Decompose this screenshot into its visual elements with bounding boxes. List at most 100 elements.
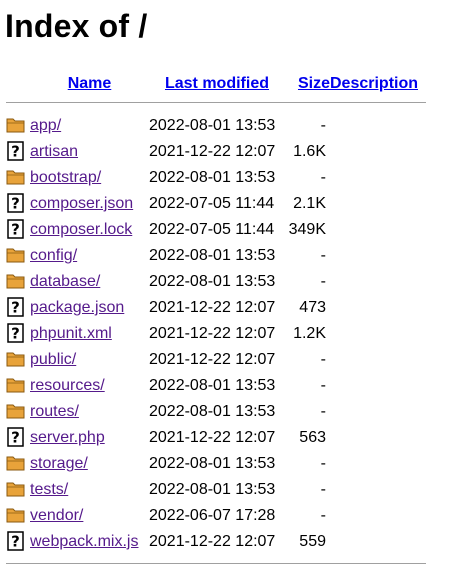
row-size: - bbox=[320, 117, 326, 134]
header-last-modified: Last modified bbox=[149, 70, 285, 98]
row-description bbox=[330, 113, 426, 139]
row-icon-cell bbox=[6, 477, 30, 503]
table-row: ? composer.lock 2022-07-05 11:44 349K bbox=[6, 217, 426, 243]
entry-link[interactable]: composer.lock bbox=[30, 221, 132, 238]
table-row: resources/2022-08-01 13:53 - bbox=[6, 373, 426, 399]
row-size: - bbox=[320, 273, 326, 290]
entry-link[interactable]: phpunit.xml bbox=[30, 325, 112, 342]
row-last-modified: 2021-12-22 12:07 bbox=[149, 351, 276, 368]
row-description bbox=[330, 243, 426, 269]
unknown-file-icon: ? bbox=[6, 141, 26, 161]
row-description bbox=[330, 295, 426, 321]
entry-link[interactable]: server.php bbox=[30, 429, 105, 446]
entry-link[interactable]: config/ bbox=[30, 247, 77, 264]
row-last-modified: 2022-06-07 17:28 bbox=[149, 507, 276, 524]
row-icon-cell: ? bbox=[6, 295, 30, 321]
table-row: ? phpunit.xml 2021-12-22 12:07 1.2K bbox=[6, 321, 426, 347]
entry-link[interactable]: webpack.mix.js bbox=[30, 533, 138, 550]
row-name-cell: webpack.mix.js bbox=[30, 529, 149, 555]
entry-link[interactable]: storage/ bbox=[30, 455, 88, 472]
row-name-cell: package.json bbox=[30, 295, 149, 321]
row-icon-cell: ? bbox=[6, 321, 30, 347]
row-size: - bbox=[320, 403, 326, 420]
row-description bbox=[330, 321, 426, 347]
footer-separator bbox=[6, 563, 426, 564]
row-last-modified: 2022-08-01 13:53 bbox=[149, 273, 276, 290]
entry-link[interactable]: bootstrap/ bbox=[30, 169, 101, 186]
row-last-modified: 2022-08-01 13:53 bbox=[149, 403, 276, 420]
row-last-modified: 2022-08-01 13:53 bbox=[149, 377, 276, 394]
row-description bbox=[330, 477, 426, 503]
row-icon-cell: ? bbox=[6, 529, 30, 555]
table-row: vendor/2022-06-07 17:28 - bbox=[6, 503, 426, 529]
header-separator-row bbox=[6, 98, 426, 113]
entry-link[interactable]: composer.json bbox=[30, 195, 133, 212]
table-row: ? webpack.mix.js 2021-12-22 12:07 559 bbox=[6, 529, 426, 555]
row-name-cell: resources/ bbox=[30, 373, 149, 399]
svg-text:?: ? bbox=[11, 325, 20, 343]
folder-icon bbox=[6, 479, 26, 499]
entry-link[interactable]: artisan bbox=[30, 143, 78, 160]
row-icon-cell: ? bbox=[6, 425, 30, 451]
entry-link[interactable]: tests/ bbox=[30, 481, 68, 498]
row-icon-cell bbox=[6, 113, 30, 139]
row-description bbox=[330, 139, 426, 165]
row-name-cell: artisan bbox=[30, 139, 149, 165]
row-icon-cell: ? bbox=[6, 139, 30, 165]
row-size: - bbox=[320, 507, 326, 524]
folder-icon bbox=[6, 401, 26, 421]
table-row: ? server.php 2021-12-22 12:07 563 bbox=[6, 425, 426, 451]
row-description bbox=[330, 373, 426, 399]
sort-by-size-link[interactable]: Size bbox=[298, 75, 330, 92]
row-description bbox=[330, 269, 426, 295]
row-name-cell: composer.lock bbox=[30, 217, 149, 243]
row-name-cell: tests/ bbox=[30, 477, 149, 503]
folder-icon bbox=[6, 505, 26, 525]
row-name-cell: public/ bbox=[30, 347, 149, 373]
svg-text:?: ? bbox=[11, 429, 20, 447]
row-icon-cell: ? bbox=[6, 191, 30, 217]
folder-icon bbox=[6, 245, 26, 265]
header-description: Description bbox=[330, 70, 426, 98]
header-size: Size bbox=[285, 70, 330, 98]
entry-link[interactable]: package.json bbox=[30, 299, 124, 316]
sort-by-last-modified-link[interactable]: Last modified bbox=[165, 75, 269, 92]
entry-link[interactable]: resources/ bbox=[30, 377, 105, 394]
svg-text:?: ? bbox=[11, 221, 20, 239]
row-size: 473 bbox=[299, 299, 326, 316]
row-icon-cell bbox=[6, 451, 30, 477]
unknown-file-icon: ? bbox=[6, 427, 26, 447]
svg-text:?: ? bbox=[11, 533, 20, 551]
row-size: 559 bbox=[299, 533, 326, 550]
row-last-modified: 2022-08-01 13:53 bbox=[149, 481, 276, 498]
table-row: app/2022-08-01 13:53 - bbox=[6, 113, 426, 139]
entry-link[interactable]: database/ bbox=[30, 273, 100, 290]
unknown-file-icon: ? bbox=[6, 297, 26, 317]
table-row: bootstrap/2022-08-01 13:53 - bbox=[6, 165, 426, 191]
folder-icon bbox=[6, 349, 26, 369]
row-description bbox=[330, 425, 426, 451]
entry-link[interactable]: public/ bbox=[30, 351, 76, 368]
svg-text:?: ? bbox=[11, 143, 20, 161]
row-icon-cell bbox=[6, 399, 30, 425]
unknown-file-icon: ? bbox=[6, 323, 26, 343]
entry-link[interactable]: app/ bbox=[30, 117, 61, 134]
row-size: - bbox=[320, 377, 326, 394]
header-separator bbox=[6, 102, 426, 103]
entry-link[interactable]: vendor/ bbox=[30, 507, 83, 524]
directory-listing: Name Last modified Size Description app/… bbox=[6, 70, 426, 564]
table-row: public/2021-12-22 12:07 - bbox=[6, 347, 426, 373]
row-last-modified: 2022-07-05 11:44 bbox=[149, 221, 275, 238]
table-row: ? package.json 2021-12-22 12:07 473 bbox=[6, 295, 426, 321]
row-icon-cell: ? bbox=[6, 217, 30, 243]
page-title: Index of / bbox=[5, 8, 148, 44]
row-last-modified: 2021-12-22 12:07 bbox=[149, 533, 276, 550]
listing-header-row: Name Last modified Size Description bbox=[6, 70, 426, 98]
sort-by-name-link[interactable]: Name bbox=[68, 75, 112, 92]
row-size: 563 bbox=[299, 429, 326, 446]
row-size: 1.6K bbox=[293, 143, 326, 160]
entry-link[interactable]: routes/ bbox=[30, 403, 79, 420]
sort-by-description-link[interactable]: Description bbox=[330, 75, 418, 92]
row-size: 2.1K bbox=[293, 195, 326, 212]
row-size: - bbox=[320, 481, 326, 498]
